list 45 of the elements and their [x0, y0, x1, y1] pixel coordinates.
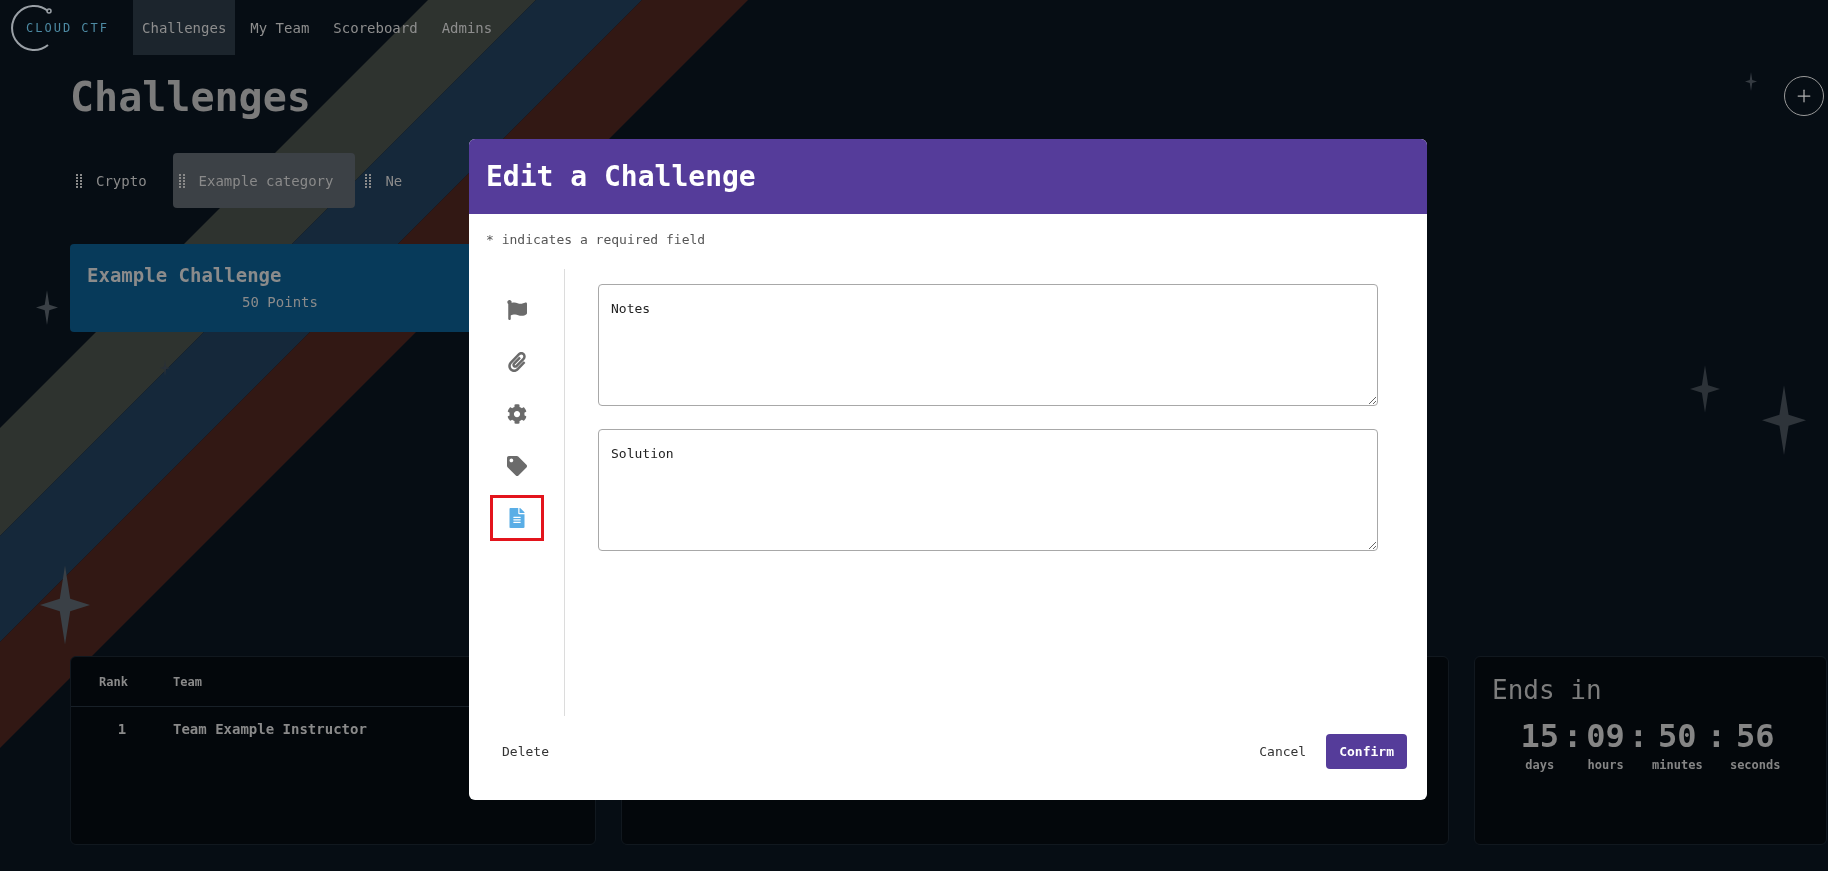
- column-header: Rank: [71, 657, 145, 707]
- category-label: Example category: [198, 172, 334, 189]
- countdown-value: 09: [1586, 719, 1625, 755]
- category-tab[interactable]: Crypto: [70, 153, 169, 208]
- countdown-unit: seconds: [1729, 758, 1781, 773]
- nav-link[interactable]: My Team: [241, 0, 319, 55]
- logo-text: CLOUD CTF: [26, 20, 110, 35]
- text-area-field[interactable]: Solution: [598, 429, 1378, 551]
- time-separator: :: [1628, 719, 1649, 755]
- drag-handle-icon: [76, 173, 82, 188]
- delete-button[interactable]: Delete: [502, 735, 549, 767]
- time-separator: :: [1706, 719, 1726, 755]
- paperclip-icon: [506, 352, 527, 372]
- confirm-button[interactable]: Confirm: [1326, 733, 1407, 769]
- sparkle-icon: [1690, 365, 1720, 413]
- text-area-field[interactable]: Notes: [598, 284, 1378, 406]
- drag-handle-icon: [365, 173, 372, 188]
- dialog-title: Edit a Challenge: [486, 160, 756, 193]
- required-note: * indicates a required field: [486, 232, 707, 247]
- page-title: Challenges: [70, 77, 311, 117]
- challenge-points: 50 Points: [242, 294, 318, 310]
- countdown-unit: minutes: [1652, 758, 1703, 773]
- category-tab[interactable]: Example category: [172, 153, 356, 208]
- category-label: Crypto: [96, 172, 147, 189]
- category-label: Ne: [385, 172, 403, 189]
- table-cell: Team Example Instructor: [145, 706, 595, 737]
- time-separator: :: [1563, 719, 1583, 755]
- nav-link[interactable]: Challenges: [133, 0, 236, 55]
- cancel-button[interactable]: Cancel: [1259, 735, 1307, 767]
- countdown-unit: hours: [1587, 758, 1624, 773]
- drag-handle-icon: [178, 173, 185, 188]
- sidebar-tab[interactable]: [489, 495, 544, 541]
- tag-icon: [506, 456, 527, 476]
- gear-icon: [506, 404, 527, 424]
- table-cell: 1: [71, 706, 145, 737]
- countdown-unit: days: [1525, 758, 1555, 773]
- flag-icon: [506, 300, 527, 320]
- challenge-name: Example Challenge: [87, 264, 283, 286]
- countdown-value: 15: [1520, 719, 1559, 755]
- countdown-title: Ends in: [1491, 674, 1603, 705]
- countdown-value: 50: [1658, 719, 1697, 755]
- nav-link[interactable]: Scoreboard: [324, 0, 427, 55]
- category-tab[interactable]: Ne: [359, 153, 425, 208]
- countdown-value: 56: [1735, 719, 1775, 755]
- nav-link[interactable]: Admins: [432, 0, 502, 55]
